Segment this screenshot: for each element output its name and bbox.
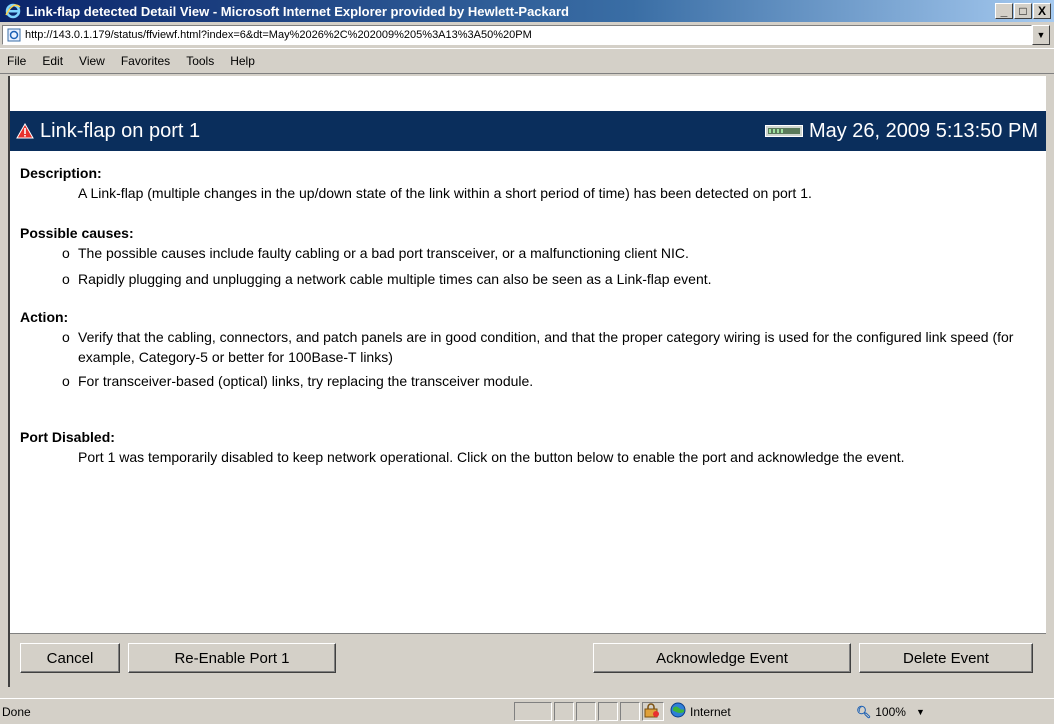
page-icon bbox=[6, 28, 22, 42]
event-title: Link-flap on port 1 bbox=[40, 119, 201, 142]
bullet-icon: o bbox=[62, 329, 70, 345]
status-cell bbox=[598, 702, 618, 721]
event-header: Link-flap on port 1 May 26, 2009 5:13:50… bbox=[10, 111, 1046, 151]
zoom-level: 100% bbox=[875, 704, 906, 719]
event-details: Description: A Link-flap (multiple chang… bbox=[20, 163, 1030, 467]
button-bar: Cancel Re-Enable Port 1 Acknowledge Even… bbox=[10, 633, 1046, 688]
chevron-down-icon: ▼ bbox=[915, 706, 925, 717]
zoom-icon: 🔍︎ bbox=[856, 704, 872, 719]
action-text: Verify that the cabling, connectors, and… bbox=[78, 329, 1014, 365]
menu-help[interactable]: Help bbox=[222, 54, 263, 68]
acknowledge-event-button[interactable]: Acknowledge Event bbox=[593, 643, 851, 673]
port-disabled-heading: Port Disabled: bbox=[20, 429, 115, 445]
menu-view[interactable]: View bbox=[71, 54, 113, 68]
internet-explorer-icon bbox=[4, 2, 22, 20]
page-content: Link-flap on port 1 May 26, 2009 5:13:50… bbox=[8, 76, 1046, 688]
security-lock-icon[interactable] bbox=[642, 702, 664, 721]
address-dropdown-button[interactable]: ▼ bbox=[1032, 25, 1050, 45]
action-text: For transceiver-based (optical) links, t… bbox=[78, 373, 534, 389]
list-item: o Verify that the cabling, connectors, an… bbox=[20, 327, 1030, 367]
bullet-icon: o bbox=[62, 373, 70, 389]
address-url[interactable]: http://143.0.1.179/status/ffviewf.html?i… bbox=[25, 29, 1031, 41]
window-titlebar[interactable]: Link-flap detected Detail View - Microso… bbox=[0, 0, 1054, 22]
address-field[interactable]: http://143.0.1.179/status/ffviewf.html?i… bbox=[2, 25, 1032, 45]
zoom-control[interactable]: 🔍︎ 100% ▼ bbox=[856, 705, 925, 719]
description-heading: Description: bbox=[20, 165, 102, 181]
status-cell bbox=[620, 702, 640, 721]
close-button[interactable]: X bbox=[1033, 3, 1051, 19]
event-date: May 26, 2009 5:13:50 PM bbox=[808, 119, 1038, 142]
security-zone[interactable]: Internet bbox=[666, 702, 820, 721]
warning-triangle-icon bbox=[16, 123, 34, 139]
cause-text: Rapidly plugging and unplugging a networ… bbox=[78, 271, 712, 287]
list-item: o Rapidly plugging and unplugging a netwo… bbox=[20, 269, 1030, 289]
list-item: o The possible causes include faulty cabl… bbox=[20, 243, 1030, 263]
cause-text: The possible causes include faulty cabli… bbox=[78, 245, 689, 261]
window-title: Link-flap detected Detail View - Microso… bbox=[26, 3, 569, 19]
action-heading: Action: bbox=[20, 309, 69, 325]
menu-tools[interactable]: Tools bbox=[178, 54, 222, 68]
status-cell bbox=[576, 702, 596, 721]
globe-icon bbox=[670, 702, 686, 721]
minimize-button[interactable]: _ bbox=[995, 3, 1013, 19]
switch-icon bbox=[764, 125, 803, 137]
bullet-icon: o bbox=[62, 245, 70, 261]
chevron-down-icon: ▼ bbox=[1036, 30, 1046, 40]
menu-edit[interactable]: Edit bbox=[34, 54, 71, 68]
status-cell bbox=[554, 702, 574, 721]
menu-file[interactable]: File bbox=[0, 54, 34, 68]
description-text: A Link-flap (multiple changes in the up/… bbox=[78, 185, 812, 201]
reenable-port-button[interactable]: Re-Enable Port 1 bbox=[128, 643, 336, 673]
status-bar: Done Internet 🔍︎ 100% ▼ bbox=[0, 698, 1054, 724]
zone-label: Internet bbox=[690, 704, 731, 719]
cancel-button[interactable]: Cancel bbox=[20, 643, 120, 673]
list-item: o For transceiver-based (optical) links, … bbox=[20, 371, 1030, 391]
menu-bar: File Edit View Favorites Tools Help bbox=[0, 48, 1054, 74]
status-cell bbox=[514, 702, 552, 721]
address-bar: http://143.0.1.179/status/ffviewf.html?i… bbox=[0, 22, 1054, 48]
causes-heading: Possible causes: bbox=[20, 225, 134, 241]
delete-event-button[interactable]: Delete Event bbox=[859, 643, 1033, 673]
port-disabled-text: Port 1 was temporarily disabled to keep … bbox=[78, 449, 905, 465]
maximize-button[interactable]: □ bbox=[1014, 3, 1032, 19]
menu-favorites[interactable]: Favorites bbox=[113, 54, 178, 68]
status-text: Done bbox=[2, 704, 31, 719]
bullet-icon: o bbox=[62, 271, 70, 287]
